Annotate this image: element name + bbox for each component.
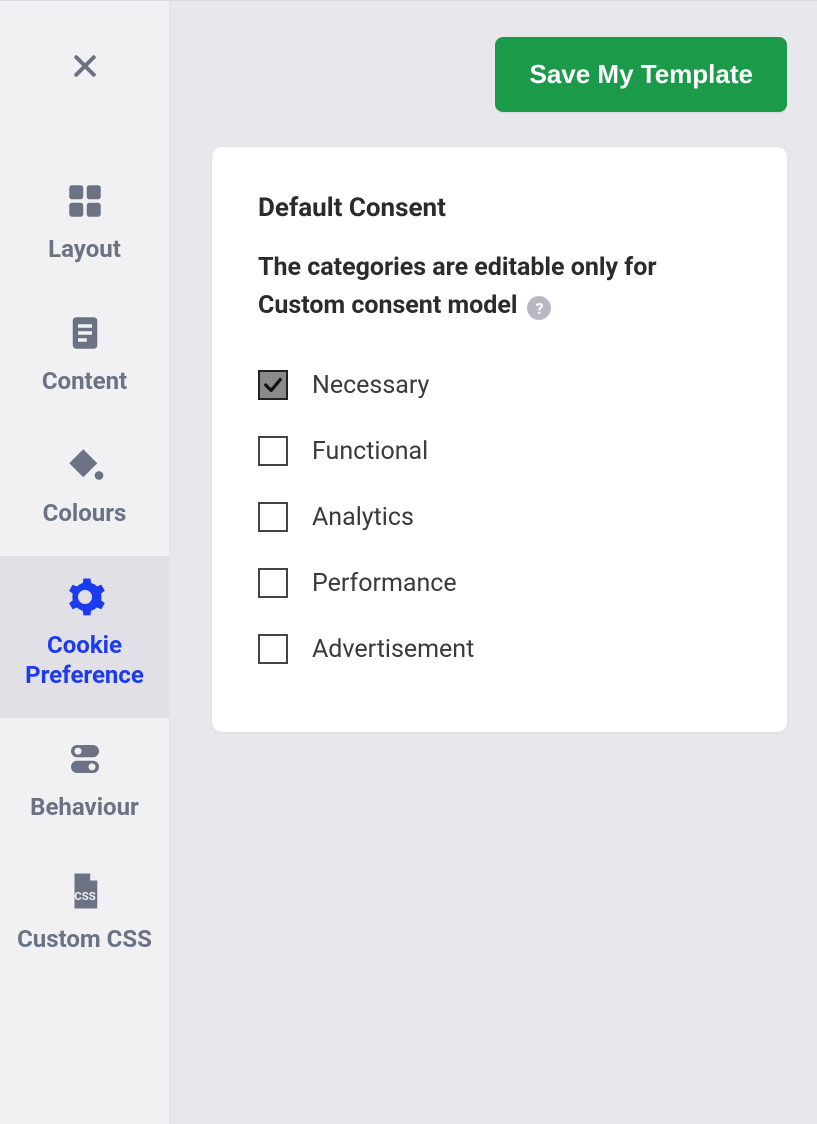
checkbox-necessary[interactable] — [258, 370, 288, 400]
card-subtitle-row: The categories are editable only for Cus… — [258, 249, 741, 324]
css-file-icon: CSS — [64, 870, 106, 912]
option-label: Advertisement — [312, 635, 474, 664]
consent-options: Necessary Functional Analytics Performan… — [258, 352, 741, 682]
sidebar-item-label: Behaviour — [30, 792, 139, 822]
card-title: Default Consent — [258, 193, 741, 223]
gear-icon — [64, 576, 106, 618]
option-label: Necessary — [312, 371, 429, 400]
sidebar-item-cookie-preference[interactable]: Cookie Preference — [0, 556, 169, 718]
sidebar-item-label: Custom CSS — [17, 924, 152, 954]
help-icon[interactable]: ? — [527, 296, 551, 320]
option-label: Performance — [312, 569, 457, 598]
option-label: Analytics — [312, 503, 414, 532]
paint-bucket-icon — [64, 444, 106, 486]
sidebar-item-label: Content — [42, 366, 127, 396]
sidebar-item-layout[interactable]: Layout — [0, 160, 169, 292]
document-icon — [64, 312, 106, 354]
sidebar-item-label: Cookie Preference — [10, 630, 159, 690]
app-root: Layout Content Colours — [0, 0, 817, 1124]
card-subtitle: The categories are editable only for Cus… — [258, 253, 657, 320]
close-icon[interactable] — [70, 51, 100, 85]
sidebar: Layout Content Colours — [0, 1, 170, 1124]
option-analytics[interactable]: Analytics — [258, 484, 741, 550]
toggle-icon — [64, 738, 106, 780]
svg-text:CSS: CSS — [74, 889, 95, 903]
sidebar-item-behaviour[interactable]: Behaviour — [0, 718, 169, 850]
option-necessary[interactable]: Necessary — [258, 352, 741, 418]
sidebar-item-content[interactable]: Content — [0, 292, 169, 424]
grid-icon — [64, 180, 106, 222]
sidebar-item-label: Colours — [43, 498, 127, 528]
checkbox-functional[interactable] — [258, 436, 288, 466]
option-functional[interactable]: Functional — [258, 418, 741, 484]
option-performance[interactable]: Performance — [258, 550, 741, 616]
option-advertisement[interactable]: Advertisement — [258, 616, 741, 682]
checkbox-performance[interactable] — [258, 568, 288, 598]
sidebar-item-custom-css[interactable]: CSS Custom CSS — [0, 850, 169, 982]
checkbox-analytics[interactable] — [258, 502, 288, 532]
sidebar-item-label: Layout — [48, 234, 121, 264]
save-template-button[interactable]: Save My Template — [495, 37, 787, 112]
sidebar-item-colours[interactable]: Colours — [0, 424, 169, 556]
checkbox-advertisement[interactable] — [258, 634, 288, 664]
option-label: Functional — [312, 437, 428, 466]
main-panel: Save My Template Default Consent The cat… — [170, 1, 817, 1124]
default-consent-card: Default Consent The categories are edita… — [212, 147, 787, 732]
